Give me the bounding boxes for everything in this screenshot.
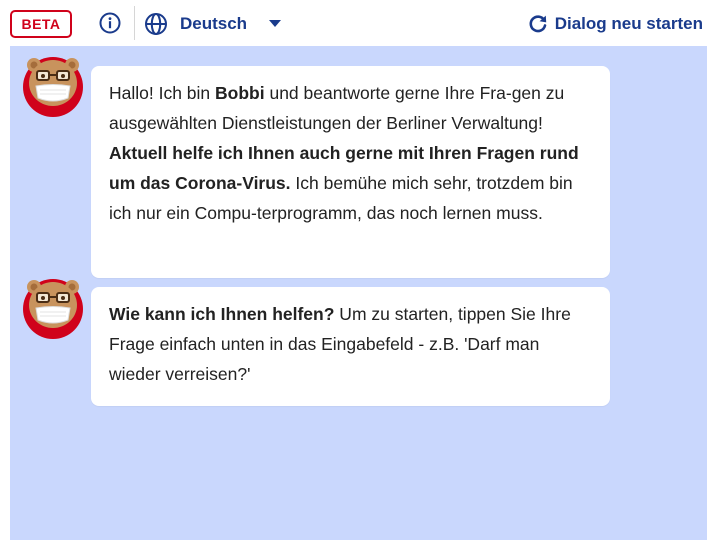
header-divider xyxy=(134,6,135,40)
globe-icon xyxy=(144,12,168,36)
message-text-bold: Bobbi xyxy=(215,83,265,103)
top-bar: BETA Deutsch Dialog neu starten xyxy=(0,0,707,46)
info-button[interactable] xyxy=(99,12,121,34)
message-text-bold: Wie kann ich Ihnen helfen? xyxy=(109,304,335,324)
refresh-icon xyxy=(528,14,548,34)
bot-avatar xyxy=(22,278,84,340)
language-selector[interactable]: Deutsch xyxy=(144,10,282,38)
info-icon xyxy=(99,12,121,34)
restart-dialog-label: Dialog neu starten xyxy=(554,14,703,33)
bot-avatar xyxy=(22,56,84,118)
chat-area: Hallo! Ich bin Bobbi und beantworte gern… xyxy=(10,46,707,540)
bot-message: Wie kann ich Ihnen helfen? Um zu starten… xyxy=(91,287,610,406)
chevron-down-icon xyxy=(269,20,282,28)
bear-mascot-icon xyxy=(23,279,83,339)
bear-mascot-icon xyxy=(23,57,83,117)
language-label: Deutsch xyxy=(180,14,248,33)
restart-dialog-button[interactable]: Dialog neu starten xyxy=(528,10,703,38)
bot-message: Hallo! Ich bin Bobbi und beantworte gern… xyxy=(91,66,610,278)
message-text: Hallo! Ich bin xyxy=(109,83,216,103)
beta-badge: BETA xyxy=(10,10,72,38)
